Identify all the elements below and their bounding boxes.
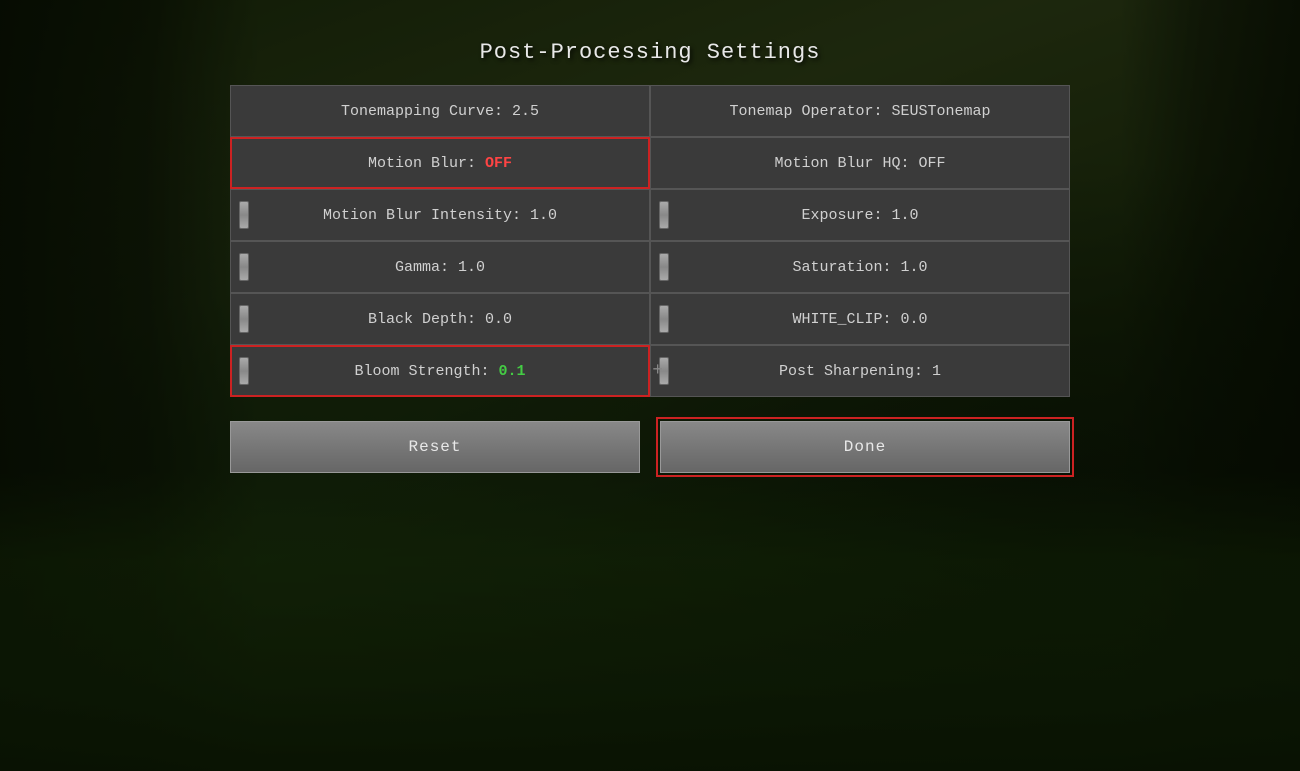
done-button[interactable]: Done bbox=[660, 421, 1070, 473]
setting-motion-blur-intensity[interactable]: Motion Blur Intensity: 1.0 bbox=[230, 189, 650, 241]
slider-handle-white-clip[interactable] bbox=[659, 305, 669, 333]
setting-gamma[interactable]: Gamma: 1.0 bbox=[230, 241, 650, 293]
slider-handle-black-depth[interactable] bbox=[239, 305, 249, 333]
slider-handle-bloom[interactable] bbox=[239, 357, 249, 385]
ui-container: Post-Processing Settings Tonemapping Cur… bbox=[0, 0, 1300, 771]
setting-saturation[interactable]: Saturation: 1.0 bbox=[650, 241, 1070, 293]
slider-handle-saturation[interactable] bbox=[659, 253, 669, 281]
setting-tonemapping-curve[interactable]: Tonemapping Curve: 2.5 bbox=[230, 85, 650, 137]
reset-button[interactable]: Reset bbox=[230, 421, 640, 473]
setting-white-clip[interactable]: WHITE_CLIP: 0.0 bbox=[650, 293, 1070, 345]
setting-post-sharpening[interactable]: Post Sharpening: 1 bbox=[650, 345, 1070, 397]
setting-tonemap-operator[interactable]: Tonemap Operator: SEUSTonemap bbox=[650, 85, 1070, 137]
setting-motion-blur-hq[interactable]: Motion Blur HQ: OFF bbox=[650, 137, 1070, 189]
page-title: Post-Processing Settings bbox=[480, 40, 821, 65]
setting-black-depth[interactable]: Black Depth: 0.0 bbox=[230, 293, 650, 345]
slider-handle-exposure[interactable] bbox=[659, 201, 669, 229]
cross-indicator: + bbox=[652, 361, 663, 381]
slider-handle-gamma[interactable] bbox=[239, 253, 249, 281]
setting-bloom-strength[interactable]: Bloom Strength: 0.1 + bbox=[230, 345, 650, 397]
setting-exposure[interactable]: Exposure: 1.0 bbox=[650, 189, 1070, 241]
setting-motion-blur[interactable]: Motion Blur: OFF bbox=[230, 137, 650, 189]
settings-grid: Tonemapping Curve: 2.5 Tonemap Operator:… bbox=[230, 85, 1070, 397]
buttons-row: Reset Done bbox=[230, 421, 1070, 473]
slider-handle[interactable] bbox=[239, 201, 249, 229]
